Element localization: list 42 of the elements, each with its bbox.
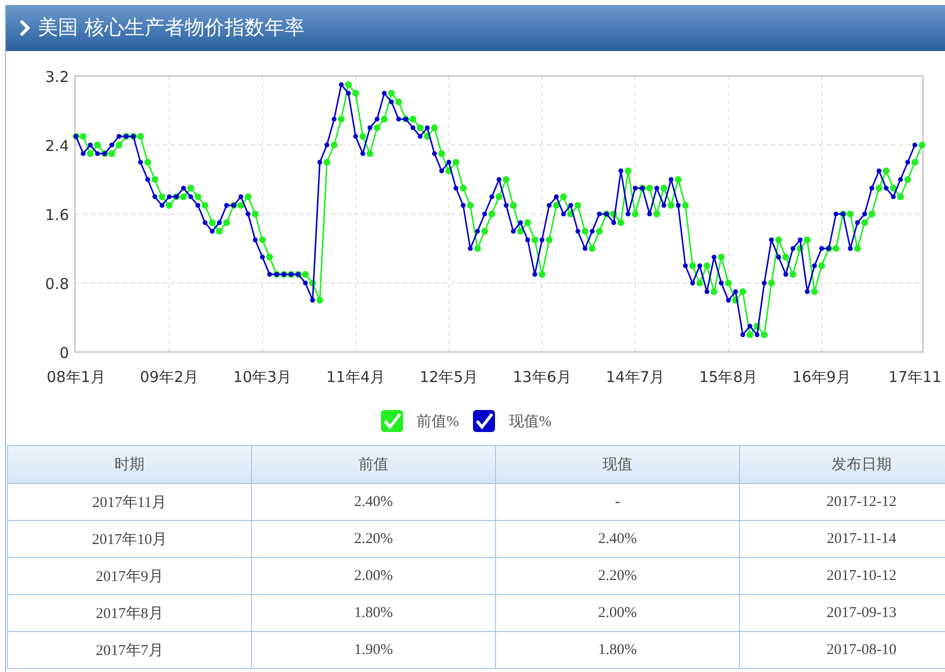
table-cell: 2017年9月 (8, 558, 252, 595)
table-cell: 2.40% (252, 484, 496, 521)
column-header[interactable]: 时期 (8, 446, 252, 484)
table-cell: 2017-12-12 (740, 484, 945, 521)
axis-label: 3.2 (45, 68, 69, 86)
table-cell: 2017-09-13 (740, 595, 945, 632)
axis-label: 11年4月 (326, 368, 385, 386)
table-cell: 1.80% (252, 595, 496, 632)
table-cell: 2.20% (496, 558, 740, 595)
axis-label: 12年5月 (420, 368, 478, 386)
axis-label: 15年8月 (699, 368, 758, 386)
table-cell: 2017年11月 (8, 484, 252, 521)
table-cell: 2.40% (496, 521, 740, 558)
table-cell: 2017年10月 (8, 521, 252, 558)
table-cell: 1.90% (252, 632, 496, 669)
column-header[interactable]: 前值 (252, 446, 496, 484)
table-cell: 2.00% (252, 558, 496, 595)
axis-label: 08年1月 (46, 368, 106, 386)
table-cell: 2017-10-12 (740, 558, 945, 595)
table-cell: 2017-11-14 (740, 521, 945, 558)
axis-label: 1.6 (45, 206, 69, 224)
axis-label: 17年11 (888, 368, 942, 386)
table-cell: 1.80% (496, 632, 740, 669)
table-cell: 2.20% (252, 521, 496, 558)
panel-title: 美国 核心生产者物价指数年率 (38, 14, 304, 41)
axis-label: 10年3月 (233, 368, 292, 386)
column-header[interactable]: 现值 (496, 446, 740, 484)
axis-label: 0.8 (45, 275, 69, 293)
table-cell: 2017年8月 (8, 595, 252, 632)
axis-label: 09年2月 (140, 368, 199, 386)
axis-label: 16年9月 (792, 368, 851, 386)
legend-label: 前值% (416, 412, 459, 430)
legend-label: 现值% (509, 412, 552, 430)
table-cell: - (496, 484, 740, 521)
axis-label: 2.4 (45, 137, 69, 155)
axis-label: 13年6月 (512, 368, 572, 386)
table-cell: 2017年7月 (8, 632, 252, 669)
axis-label: 14年7月 (606, 368, 665, 386)
axis-label: 0 (59, 344, 69, 362)
table-cell: 2.00% (496, 595, 740, 632)
table-cell: 2017-08-10 (740, 632, 945, 669)
column-header[interactable]: 发布日期 (740, 446, 945, 484)
